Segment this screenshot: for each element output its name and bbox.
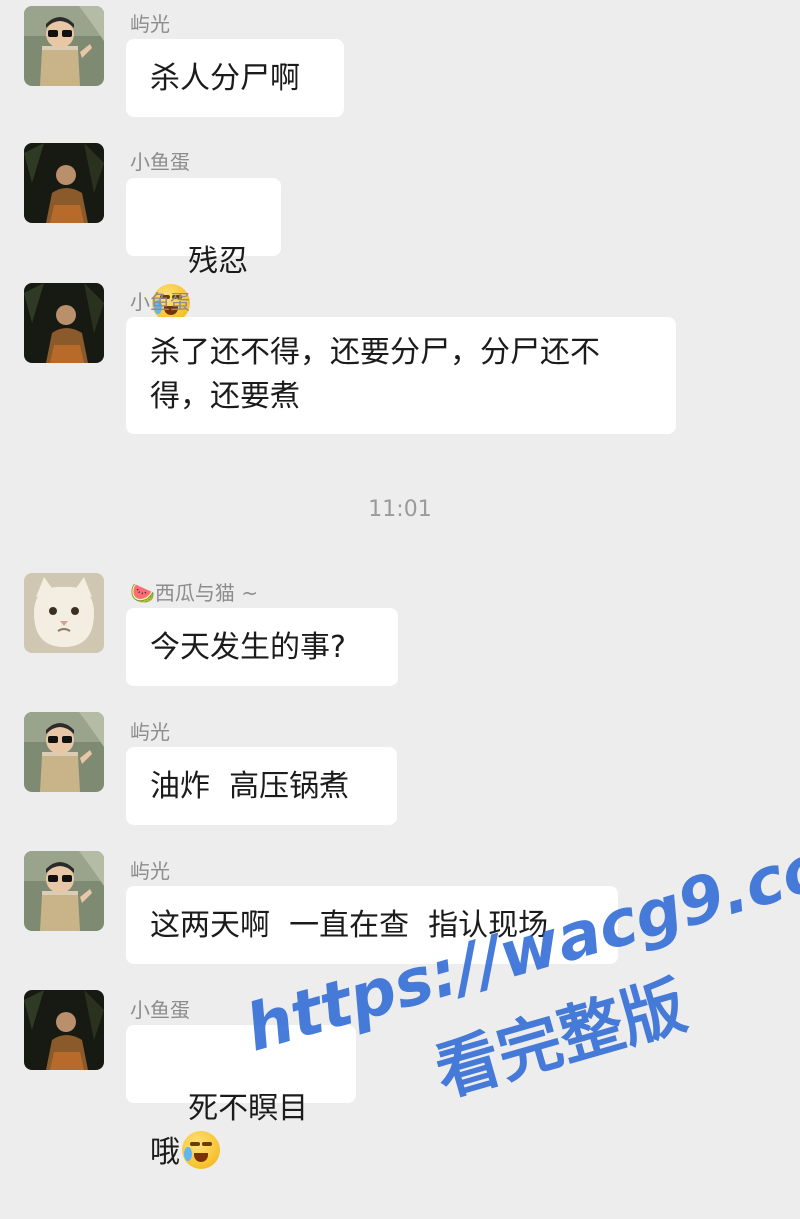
message-text: 残忍 <box>188 244 249 279</box>
avatar[interactable] <box>24 6 104 86</box>
message-bubble[interactable]: 死不瞑目哦 <box>126 1025 356 1170</box>
message-bubble[interactable]: 残忍 <box>126 178 281 322</box>
message-bubble[interactable]: 这两天啊 一直在查 指认现场 <box>126 886 618 964</box>
dark-portrait-avatar-icon <box>24 990 104 1070</box>
sender-name: 屿光 <box>130 859 170 883</box>
avatar[interactable] <box>24 712 104 792</box>
watermark-text: 看完整版 <box>427 969 695 1111</box>
dark-portrait-avatar-icon <box>24 143 104 223</box>
avatar[interactable] <box>24 990 104 1070</box>
sender-name: 屿光 <box>130 12 170 36</box>
white-cat-avatar-icon <box>24 573 104 653</box>
timestamp-divider: 11:01 <box>368 497 432 522</box>
avatar[interactable] <box>24 851 104 931</box>
sender-name: 🍉西瓜与猫 ~ <box>130 581 259 605</box>
avatar[interactable] <box>24 283 104 363</box>
sender-name: 小鱼蛋 <box>130 998 190 1022</box>
message-bubble[interactable]: 油炸 高压锅煮 <box>126 747 397 825</box>
message-bubble[interactable]: 杀人分尸啊 <box>126 39 344 117</box>
message-text: 死不瞑目哦 <box>150 1091 309 1170</box>
message-bubble[interactable]: 杀了还不得，还要分尸，分尸还不 得，还要煮 <box>126 317 676 434</box>
avatar[interactable] <box>24 143 104 223</box>
toddler-avatar-icon <box>24 712 104 792</box>
toddler-avatar-icon <box>24 851 104 931</box>
sender-name: 屿光 <box>130 720 170 744</box>
crying-laughing-emoji-icon <box>182 1131 220 1169</box>
avatar[interactable] <box>24 573 104 653</box>
dark-portrait-avatar-icon <box>24 283 104 363</box>
sender-name: 小鱼蛋 <box>130 150 190 174</box>
sender-name: 小鱼蛋 <box>130 290 190 314</box>
toddler-avatar-icon <box>24 6 104 86</box>
message-bubble[interactable]: 今天发生的事? <box>126 608 398 686</box>
